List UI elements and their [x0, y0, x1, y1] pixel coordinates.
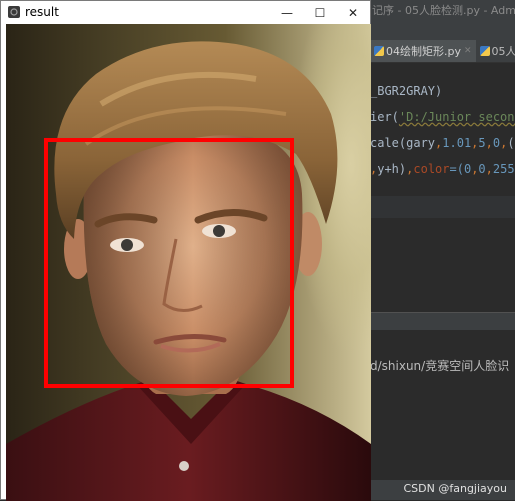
result-window: result — ☐ ✕ — [0, 0, 371, 501]
ide-tab-bar: 04绘制矩形.py ✕ 05人脸检 — [370, 40, 515, 63]
ide-toolbar — [370, 22, 515, 40]
console-path-line: d/shixun/竞赛空间人脸识 — [370, 359, 510, 373]
code-line-1: _BGR2GRAY) — [370, 84, 443, 98]
tab-label: 04绘制矩形.py — [386, 45, 461, 58]
close-icon: ✕ — [347, 5, 359, 20]
window-title: result — [25, 5, 59, 19]
code-line-2: ier('D:/Junior second — [370, 110, 515, 124]
editor-separator — [370, 196, 515, 218]
maximize-button[interactable]: ☐ — [303, 1, 337, 24]
window-titlebar[interactable]: result — ☐ ✕ — [1, 1, 370, 24]
watermark: CSDN @fangjiayou — [403, 482, 508, 495]
face-detection-box — [44, 138, 294, 388]
ide-title: 记序 - 05人脸检测.py - Administrat — [370, 0, 515, 22]
console-output[interactable]: d/shixun/竞赛空间人脸识 — [370, 330, 515, 480]
code-line-4: ,y+h),color=(0,0,255) — [370, 162, 515, 176]
result-image — [6, 24, 371, 501]
app-icon — [8, 6, 20, 18]
code-editor[interactable]: _BGR2GRAY) ier('D:/Junior second cale(ga… — [370, 78, 515, 182]
close-button[interactable]: ✕ — [336, 1, 370, 24]
python-file-icon — [374, 46, 384, 56]
maximize-icon: ☐ — [314, 5, 326, 20]
minimize-icon: — — [281, 5, 293, 20]
python-file-icon — [479, 46, 490, 56]
code-line-3: cale(gary,1.01,5,0,(1 — [370, 136, 515, 150]
minimize-button[interactable]: — — [270, 1, 304, 24]
run-panel-header — [370, 312, 515, 331]
tab-05-face-detect[interactable]: 05人脸检 — [476, 40, 515, 62]
close-icon[interactable]: ✕ — [464, 46, 472, 56]
tab-label: 05人脸检 — [491, 45, 515, 58]
tab-04-draw-rect[interactable]: 04绘制矩形.py ✕ — [370, 40, 476, 62]
